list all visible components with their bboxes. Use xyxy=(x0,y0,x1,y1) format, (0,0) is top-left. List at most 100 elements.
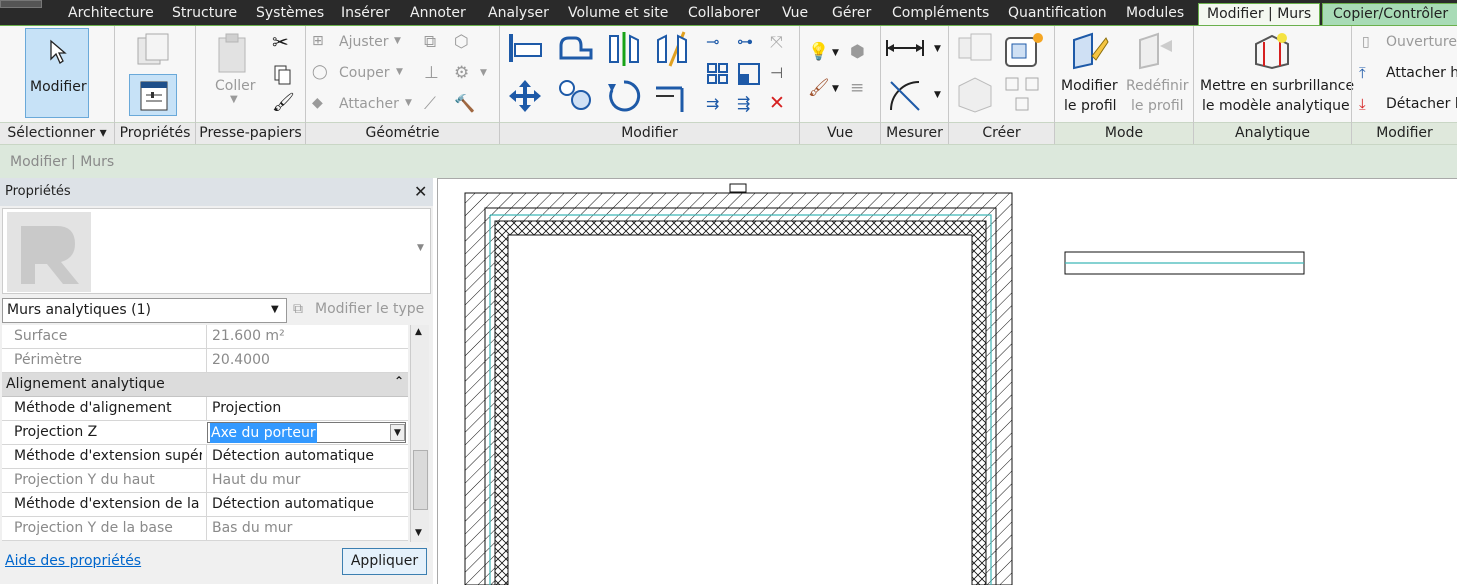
attach-top-icon[interactable]: ⤒ xyxy=(1359,64,1366,82)
split-gap-icon[interactable]: ⊶ xyxy=(737,32,753,51)
property-row-methode-alignement[interactable]: Méthode d'alignement Projection xyxy=(2,397,408,421)
close-icon[interactable]: ✕ xyxy=(414,178,427,205)
property-value[interactable]: Détection automatique xyxy=(206,445,406,468)
ouverture-label[interactable]: Ouverture c xyxy=(1386,34,1457,50)
unpin-icon[interactable]: ⤧ xyxy=(770,32,783,52)
tab-annoter[interactable]: Annoter xyxy=(410,3,466,25)
hammer-icon[interactable]: 🔨 xyxy=(454,94,475,114)
copy-element-icon[interactable] xyxy=(555,76,595,114)
drawing-canvas[interactable] xyxy=(437,178,1457,585)
chevron-down-icon[interactable]: ▼ xyxy=(390,424,405,441)
scroll-down-icon[interactable]: ▼ xyxy=(415,528,422,538)
property-value[interactable]: Projection xyxy=(206,397,406,420)
tab-inserer[interactable]: Insérer xyxy=(341,3,390,25)
remove-paint-icon[interactable]: ⟋ xyxy=(424,94,436,114)
copy-icon[interactable] xyxy=(273,64,293,86)
bulb-icon[interactable]: 💡 xyxy=(808,42,829,62)
paste-clipboard-icon[interactable] xyxy=(215,32,251,76)
tab-volume-et-site[interactable]: Volume et site xyxy=(568,3,668,25)
property-row-projection-z[interactable]: Projection Z Axe du porteur ▼ xyxy=(2,421,408,445)
properties-toggle-button[interactable] xyxy=(129,74,177,116)
tab-gerer[interactable]: Gérer xyxy=(832,3,871,25)
create-assembly-icon[interactable] xyxy=(955,32,995,68)
projection-z-dropdown[interactable]: Axe du porteur ▼ xyxy=(207,422,406,443)
wall-plan-drawing[interactable] xyxy=(438,179,1457,585)
split-face-icon[interactable]: ⧉ xyxy=(424,32,436,52)
measure-distance-icon[interactable] xyxy=(885,36,925,60)
app-menu-stub[interactable] xyxy=(0,0,42,8)
panel-selectionner[interactable]: Sélectionner ▾ xyxy=(0,122,114,144)
opening-icon[interactable]: ▯ xyxy=(1362,34,1370,50)
detacher-label[interactable]: Détacher h xyxy=(1386,96,1457,112)
tab-copier-controler[interactable]: Copier/Contrôler xyxy=(1322,3,1457,25)
modifier-profil-label-1[interactable]: Modifier xyxy=(1061,76,1118,96)
tab-vue[interactable]: Vue xyxy=(782,3,808,25)
group-header-alignement[interactable]: Alignement analytique ⌃ xyxy=(2,373,408,397)
join-geometry-icon[interactable]: ◆ xyxy=(312,95,323,111)
tab-quantification[interactable]: Quantification xyxy=(1008,3,1107,25)
type-selector-dropdown[interactable]: Murs analytiques (1) ▼ xyxy=(2,298,287,323)
edit-type-button[interactable]: Modifier le type xyxy=(315,301,424,317)
property-row-extension-base[interactable]: Méthode d'extension de la … Détection aut… xyxy=(2,493,408,517)
properties-scrollbar[interactable]: ▲ ▼ xyxy=(410,325,429,542)
property-value[interactable]: Détection automatique xyxy=(206,493,406,516)
split-element-icon[interactable]: ⊸ xyxy=(706,32,719,51)
modify-button[interactable]: Modifier xyxy=(25,28,89,118)
chevron-down-icon[interactable]: ▼ xyxy=(417,243,424,253)
attacher-haut-label[interactable]: Attacher ha xyxy=(1386,65,1457,81)
hide-element-icon[interactable]: ⬢ xyxy=(850,42,865,62)
mirror-pick-axis-icon[interactable] xyxy=(604,30,644,68)
create-similar-icon[interactable] xyxy=(1002,74,1042,114)
demolish-icon[interactable]: ⚙ xyxy=(454,63,469,83)
delete-icon[interactable]: ✕ xyxy=(769,92,785,114)
tab-collaborer[interactable]: Collaborer xyxy=(688,3,760,25)
cut-scissors-icon[interactable]: ✂ xyxy=(272,30,289,54)
scrollbar-thumb[interactable] xyxy=(413,450,428,510)
array-icon[interactable] xyxy=(706,62,730,86)
collapse-icon[interactable]: ⌃ xyxy=(394,374,404,388)
tab-modules[interactable]: Modules xyxy=(1126,3,1184,25)
tab-structure[interactable]: Structure xyxy=(172,3,237,25)
cut-geometry-icon[interactable]: ◯ xyxy=(312,64,328,80)
type-preview-area[interactable]: ▼ xyxy=(2,208,431,294)
tab-analyser[interactable]: Analyser xyxy=(488,3,549,25)
attacher-label[interactable]: Attacher xyxy=(339,96,399,112)
dimension-icon[interactable] xyxy=(885,76,925,116)
tab-systemes[interactable]: Systèmes xyxy=(256,3,324,25)
linework-brush-icon[interactable]: 🖌 xyxy=(808,78,830,98)
trim-multiple-icon[interactable]: ⇶ xyxy=(737,94,750,113)
couper-label[interactable]: Couper xyxy=(339,65,389,81)
trim-extend-corner-icon[interactable] xyxy=(652,78,692,114)
ajuster-label[interactable]: Ajuster xyxy=(339,34,389,50)
reset-profile-icon[interactable] xyxy=(1136,30,1176,70)
tab-modifier-murs[interactable]: Modifier | Murs xyxy=(1198,3,1321,25)
properties-help-link[interactable]: Aide des propriétés xyxy=(5,553,141,569)
detach-top-icon[interactable]: ⤓ xyxy=(1359,95,1366,113)
cope-icon[interactable]: ⊞ xyxy=(312,33,324,49)
surbrillance-label-2[interactable]: le modèle analytique xyxy=(1202,96,1350,116)
create-parts-icon[interactable] xyxy=(955,74,995,114)
offset-icon[interactable] xyxy=(555,32,595,66)
property-row-extension-sup[interactable]: Méthode d'extension supér… Détection auto… xyxy=(2,445,408,469)
tab-architecture[interactable]: Architecture xyxy=(68,3,154,25)
edit-type-icon[interactable]: ⧉ xyxy=(293,301,303,317)
edit-profile-icon[interactable] xyxy=(1070,30,1110,70)
move-icon[interactable] xyxy=(505,78,545,114)
paste-dropdown-icon[interactable]: ▼ xyxy=(230,94,238,105)
mirror-draw-axis-icon[interactable] xyxy=(652,30,692,68)
type-properties-icon[interactable] xyxy=(130,32,176,68)
create-group-icon[interactable] xyxy=(1002,30,1046,70)
trim-single-icon[interactable]: ⇉ xyxy=(706,94,719,113)
wall-joins-icon[interactable]: ⊥ xyxy=(424,63,439,83)
align-icon[interactable] xyxy=(505,30,545,66)
match-properties-brush-icon[interactable]: 🖌 xyxy=(272,92,295,113)
analytical-highlight-icon[interactable] xyxy=(1252,30,1292,70)
pin-icon[interactable]: ⊣ xyxy=(770,64,783,82)
override-graphics-icon[interactable]: ≡ xyxy=(850,78,864,98)
apply-button[interactable]: Appliquer xyxy=(342,548,427,575)
rotate-icon[interactable] xyxy=(604,76,644,116)
modifier-profil-label-2[interactable]: le profil xyxy=(1064,96,1117,116)
surbrillance-label-1[interactable]: Mettre en surbrillance xyxy=(1200,76,1354,96)
tab-complements[interactable]: Compléments xyxy=(892,3,989,25)
scroll-up-icon[interactable]: ▲ xyxy=(415,327,422,337)
